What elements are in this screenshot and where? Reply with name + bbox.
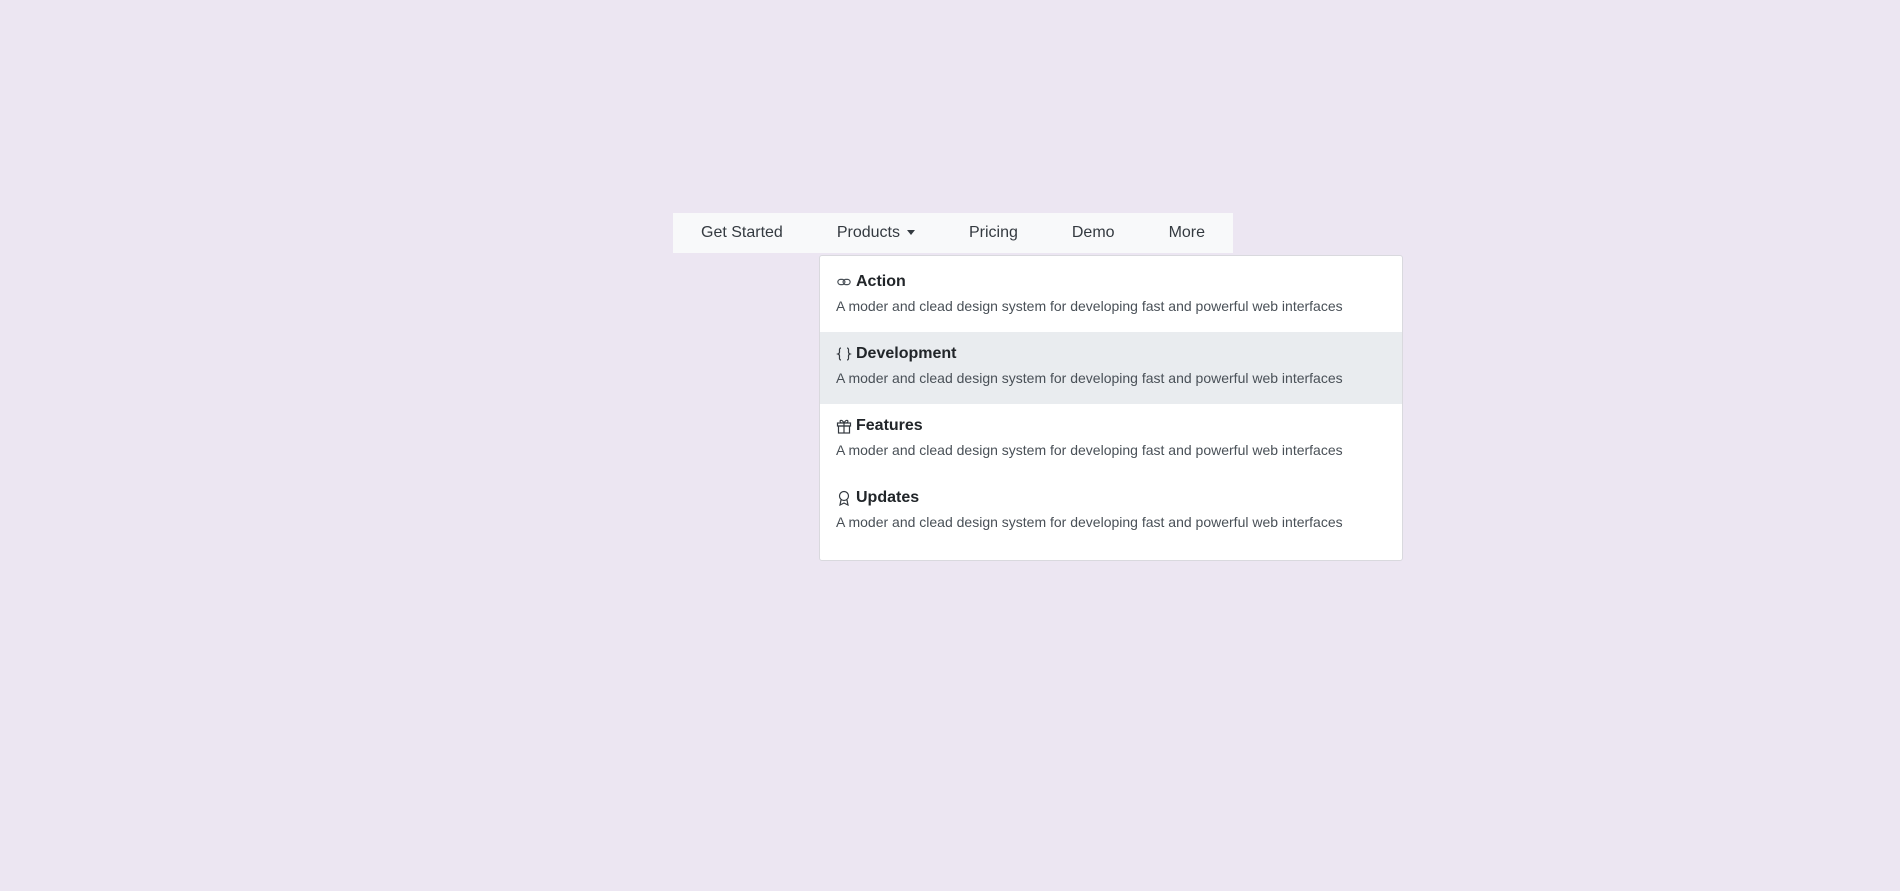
dropdown-item-action[interactable]: Action A moder and clead design system f… [820, 260, 1402, 332]
nav-get-started-label: Get Started [701, 224, 783, 241]
nav-pricing-label: Pricing [968, 224, 1018, 241]
nav-get-started[interactable]: Get Started [687, 213, 810, 253]
item-title: Development [836, 344, 1386, 364]
item-title-text: Features [856, 417, 923, 434]
item-title: Updates [836, 488, 1386, 508]
item-title-text: Development [856, 345, 957, 362]
braces-icon [836, 346, 852, 362]
nav-demo[interactable]: Demo [1045, 213, 1142, 253]
item-description: A moder and clead design system for deve… [836, 514, 1343, 530]
item-title: Action [836, 272, 1386, 292]
nav-more-label: More [1168, 224, 1206, 241]
item-title: Features [836, 416, 1386, 436]
item-title-text: Action [856, 273, 906, 290]
nav-demo-label: Demo [1071, 224, 1115, 241]
item-title-text: Updates [856, 489, 920, 506]
caret-down-icon [906, 229, 915, 235]
dropdown-item-development[interactable]: Development A moder and clead design sys… [820, 332, 1402, 404]
nav-more[interactable]: More [1142, 213, 1232, 253]
products-dropdown-menu: Action A moder and clead design system f… [819, 255, 1403, 561]
nav-products-dropdown-toggle[interactable]: Products [810, 213, 942, 253]
nav-pricing[interactable]: Pricing [942, 213, 1045, 253]
link-icon [836, 274, 852, 290]
item-description: A moder and clead design system for deve… [836, 370, 1343, 386]
nav-products-label: Products [836, 224, 900, 241]
award-icon [836, 490, 852, 506]
dropdown-item-updates[interactable]: Updates A moder and clead design system … [820, 476, 1402, 548]
dropdown-item-features[interactable]: Features A moder and clead design system… [820, 404, 1402, 476]
item-description: A moder and clead design system for deve… [836, 442, 1343, 458]
gift-icon [836, 418, 852, 434]
item-description: A moder and clead design system for deve… [836, 298, 1343, 314]
navbar: Get Started Products Pricing Demo More [673, 213, 1233, 253]
